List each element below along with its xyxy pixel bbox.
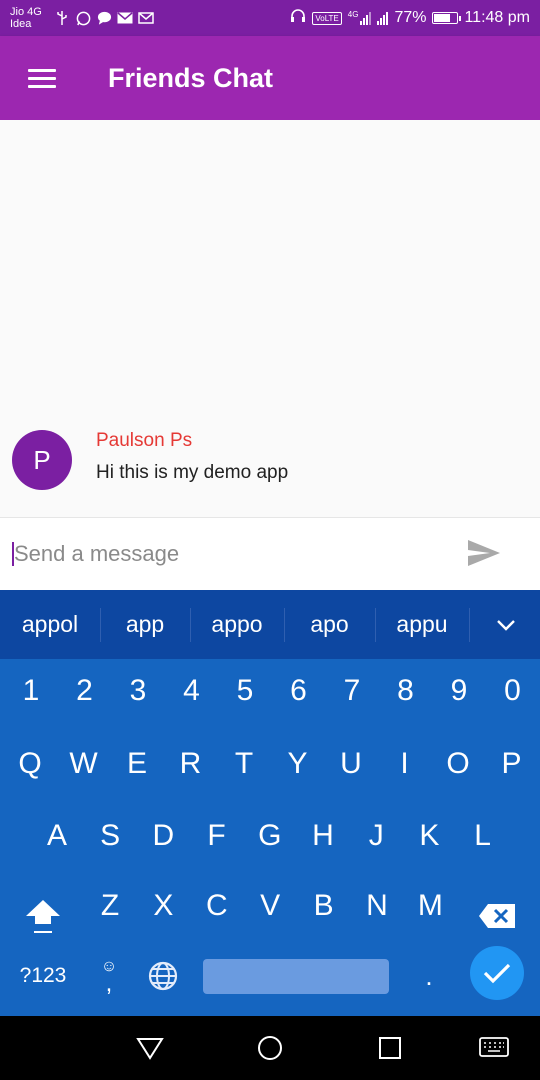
key-z[interactable]: Z	[84, 876, 136, 936]
clock: 11:48 pm	[464, 9, 530, 26]
chevron-down-icon[interactable]	[471, 590, 540, 659]
recents-square-icon[interactable]	[358, 1016, 422, 1080]
avatar: P	[12, 430, 72, 490]
app-bar: Friends Chat	[0, 36, 540, 120]
enter-check-icon[interactable]	[470, 946, 524, 1000]
network-indicator: 4G	[348, 11, 372, 25]
message-input-bar	[0, 517, 540, 590]
key-3[interactable]: 3	[112, 661, 164, 721]
chat-bubble-icon	[96, 11, 112, 25]
comma-label: ,	[105, 970, 113, 997]
suggestion-5[interactable]: appu	[375, 590, 469, 659]
key-c[interactable]: C	[191, 876, 243, 936]
key-h[interactable]: H	[297, 806, 349, 866]
signal-icon	[377, 11, 389, 25]
key-s[interactable]: S	[84, 806, 136, 866]
key-9[interactable]: 9	[433, 661, 485, 721]
key-g[interactable]: G	[244, 806, 296, 866]
send-icon[interactable]	[466, 538, 506, 572]
app-title: Friends Chat	[108, 62, 274, 93]
key-q[interactable]: Q	[4, 734, 56, 794]
key-l[interactable]: L	[457, 806, 509, 866]
key-j[interactable]: J	[350, 806, 402, 866]
volte-badge: VoLTE	[312, 11, 342, 25]
shift-underline	[34, 931, 52, 933]
key-u[interactable]: U	[325, 734, 377, 794]
key-x[interactable]: X	[137, 876, 189, 936]
key-i[interactable]: I	[379, 734, 431, 794]
message-list[interactable]: P Paulson Ps Hi this is my demo app	[0, 120, 540, 517]
period-key[interactable]: .	[406, 946, 452, 1006]
key-o[interactable]: O	[432, 734, 484, 794]
status-bar: Jio 4G Idea VoLTE 4G 77% 11:48 pm	[0, 0, 540, 36]
key-y[interactable]: Y	[272, 734, 324, 794]
carrier-label: Jio 4G Idea	[10, 6, 50, 30]
key-t[interactable]: T	[218, 734, 270, 794]
network-label: 4G	[347, 10, 359, 19]
key-4[interactable]: 4	[166, 661, 218, 721]
space-bar[interactable]	[203, 959, 389, 994]
message-text: Hi this is my demo app	[96, 462, 289, 483]
key-p[interactable]: P	[486, 734, 538, 794]
usb-icon	[54, 11, 70, 25]
whatsapp-icon	[75, 11, 91, 25]
notification-icons	[54, 11, 154, 25]
key-7[interactable]: 7	[326, 661, 378, 721]
key-f[interactable]: F	[191, 806, 243, 866]
battery-fill	[434, 14, 451, 22]
key-w[interactable]: W	[58, 734, 110, 794]
symbols-key[interactable]: ?123	[10, 946, 76, 1006]
key-6[interactable]: 6	[273, 661, 325, 721]
key-m[interactable]: M	[404, 876, 456, 936]
suggestion-2[interactable]: app	[100, 590, 190, 659]
key-a[interactable]: A	[31, 806, 83, 866]
headset-icon	[290, 8, 306, 28]
key-e[interactable]: E	[111, 734, 163, 794]
suggestion-4[interactable]: apo	[284, 590, 375, 659]
suggestion-1[interactable]: appol	[0, 590, 100, 659]
shift-key[interactable]	[18, 886, 68, 946]
key-2[interactable]: 2	[59, 661, 111, 721]
backspace-icon[interactable]	[472, 886, 522, 946]
soft-keyboard: appol app appo apo appu 1234567890 QWERT…	[0, 590, 540, 1016]
message-author: Paulson Ps	[96, 430, 193, 451]
suggestion-bar: appol app appo apo appu	[0, 590, 540, 659]
status-right: VoLTE 4G 77% 11:48 pm	[290, 8, 530, 28]
message-item: P Paulson Ps Hi this is my demo app	[0, 430, 540, 500]
mail-icon	[117, 11, 133, 25]
gmail-icon	[138, 11, 154, 25]
key-8[interactable]: 8	[380, 661, 432, 721]
signal-icon-1	[360, 11, 372, 25]
message-input[interactable]	[12, 530, 436, 578]
key-k[interactable]: K	[403, 806, 455, 866]
keyboard-switch-icon[interactable]	[462, 1016, 526, 1080]
hamburger-menu-icon[interactable]	[14, 50, 70, 106]
suggestion-3[interactable]: appo	[190, 590, 284, 659]
back-triangle-icon[interactable]	[118, 1016, 182, 1080]
battery-percent: 77%	[394, 9, 427, 26]
key-1[interactable]: 1	[5, 661, 57, 721]
navigation-bar	[0, 1016, 540, 1080]
text-cursor	[12, 542, 14, 566]
carrier-line-1: Jio 4G	[10, 6, 42, 18]
key-0[interactable]: 0	[487, 661, 539, 721]
key-v[interactable]: V	[244, 876, 296, 936]
key-d[interactable]: D	[137, 806, 189, 866]
battery-icon	[432, 12, 462, 24]
key-n[interactable]: N	[351, 876, 403, 936]
key-r[interactable]: R	[165, 734, 217, 794]
globe-icon[interactable]	[140, 946, 186, 1006]
carrier-line-2: Idea	[10, 18, 32, 30]
key-5[interactable]: 5	[219, 661, 271, 721]
key-b[interactable]: B	[298, 876, 350, 936]
home-circle-icon[interactable]	[238, 1016, 302, 1080]
emoji-comma-key[interactable]: ☺ ,	[86, 946, 132, 1006]
